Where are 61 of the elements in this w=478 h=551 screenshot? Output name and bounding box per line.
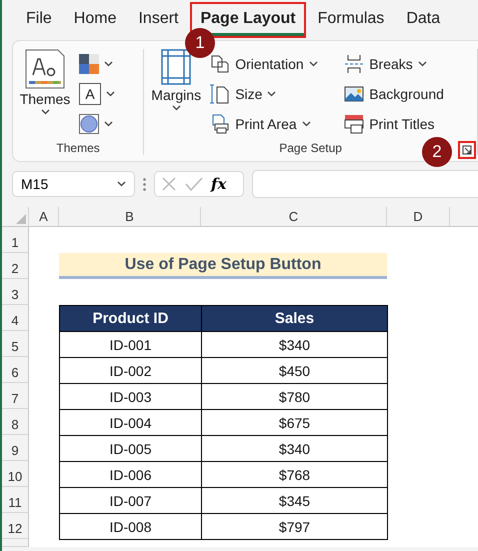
size-button[interactable]: Size (210, 81, 338, 107)
cancel-icon[interactable] (161, 176, 177, 192)
background-button[interactable]: Background (344, 81, 464, 107)
ribbon-tab[interactable]: Data (396, 2, 450, 38)
select-all-corner[interactable] (2, 207, 29, 227)
caret-icon (106, 91, 115, 97)
printer-icon (210, 114, 230, 134)
sheet-title: Use of Page Setup Button (59, 253, 387, 279)
column-header[interactable]: C (201, 207, 387, 227)
formula-input[interactable] (252, 170, 478, 198)
theme-page-icon (25, 49, 65, 89)
page-break-icon (344, 54, 364, 74)
table-cell: ID-008 (59, 513, 202, 540)
expand-icon (462, 145, 472, 155)
column-header[interactable]: D (387, 207, 450, 227)
ribbon-tab[interactable]: Formulas (308, 2, 394, 38)
row-header[interactable]: 12 (2, 513, 29, 539)
ribbon-tab[interactable]: File (16, 2, 62, 38)
print-area-button[interactable]: Print Area (210, 111, 338, 137)
caret-icon (104, 121, 113, 127)
colors-dropdown[interactable] (79, 51, 115, 77)
check-icon[interactable] (185, 176, 203, 192)
row-header[interactable]: 8 (2, 409, 29, 435)
caret-icon (172, 105, 181, 111)
print-titles-button[interactable]: Print Titles (344, 111, 464, 137)
group-label: Themes (56, 141, 100, 155)
caret-icon (117, 181, 126, 187)
page-rotate-icon (210, 54, 230, 74)
name-box[interactable]: M15 (12, 171, 135, 197)
row-header[interactable]: 3 (2, 279, 29, 305)
circle-effect-icon (79, 114, 99, 134)
table-cell: $797 (201, 513, 388, 540)
triangle-icon (16, 214, 26, 224)
image-icon (344, 84, 364, 104)
row-header[interactable]: 4 (2, 305, 29, 331)
row-header[interactable]: 9 (2, 435, 29, 461)
row-header[interactable]: 10 (2, 461, 29, 487)
caret-icon (40, 109, 50, 115)
margins-icon (161, 49, 192, 85)
table-header: Product ID (59, 305, 202, 332)
color-swatch-icon (79, 54, 99, 74)
group-label: Page Setup (279, 141, 342, 155)
column-header[interactable]: A (29, 207, 59, 227)
effects-dropdown[interactable] (79, 111, 115, 137)
row-header[interactable]: 6 (2, 357, 29, 383)
row-header[interactable]: 2 (2, 253, 29, 279)
row-header[interactable]: 7 (2, 383, 29, 409)
ribbon-tab[interactable]: Home (64, 2, 126, 38)
row-header[interactable]: 5 (2, 331, 29, 357)
row-header[interactable]: 1 (2, 227, 29, 253)
print-titles-icon (344, 114, 364, 134)
table-header: Sales (201, 305, 388, 332)
insert-function-button[interactable]: fx (211, 175, 226, 193)
column-header[interactable]: B (59, 207, 201, 227)
dialog-launcher-button[interactable] (458, 141, 476, 159)
row-header[interactable]: 11 (2, 487, 29, 513)
caret-icon (104, 61, 113, 67)
grip-icon (143, 177, 146, 191)
themes-button[interactable]: Themes (17, 49, 73, 141)
page-size-icon (210, 84, 230, 104)
breaks-button[interactable]: Breaks (344, 51, 464, 77)
